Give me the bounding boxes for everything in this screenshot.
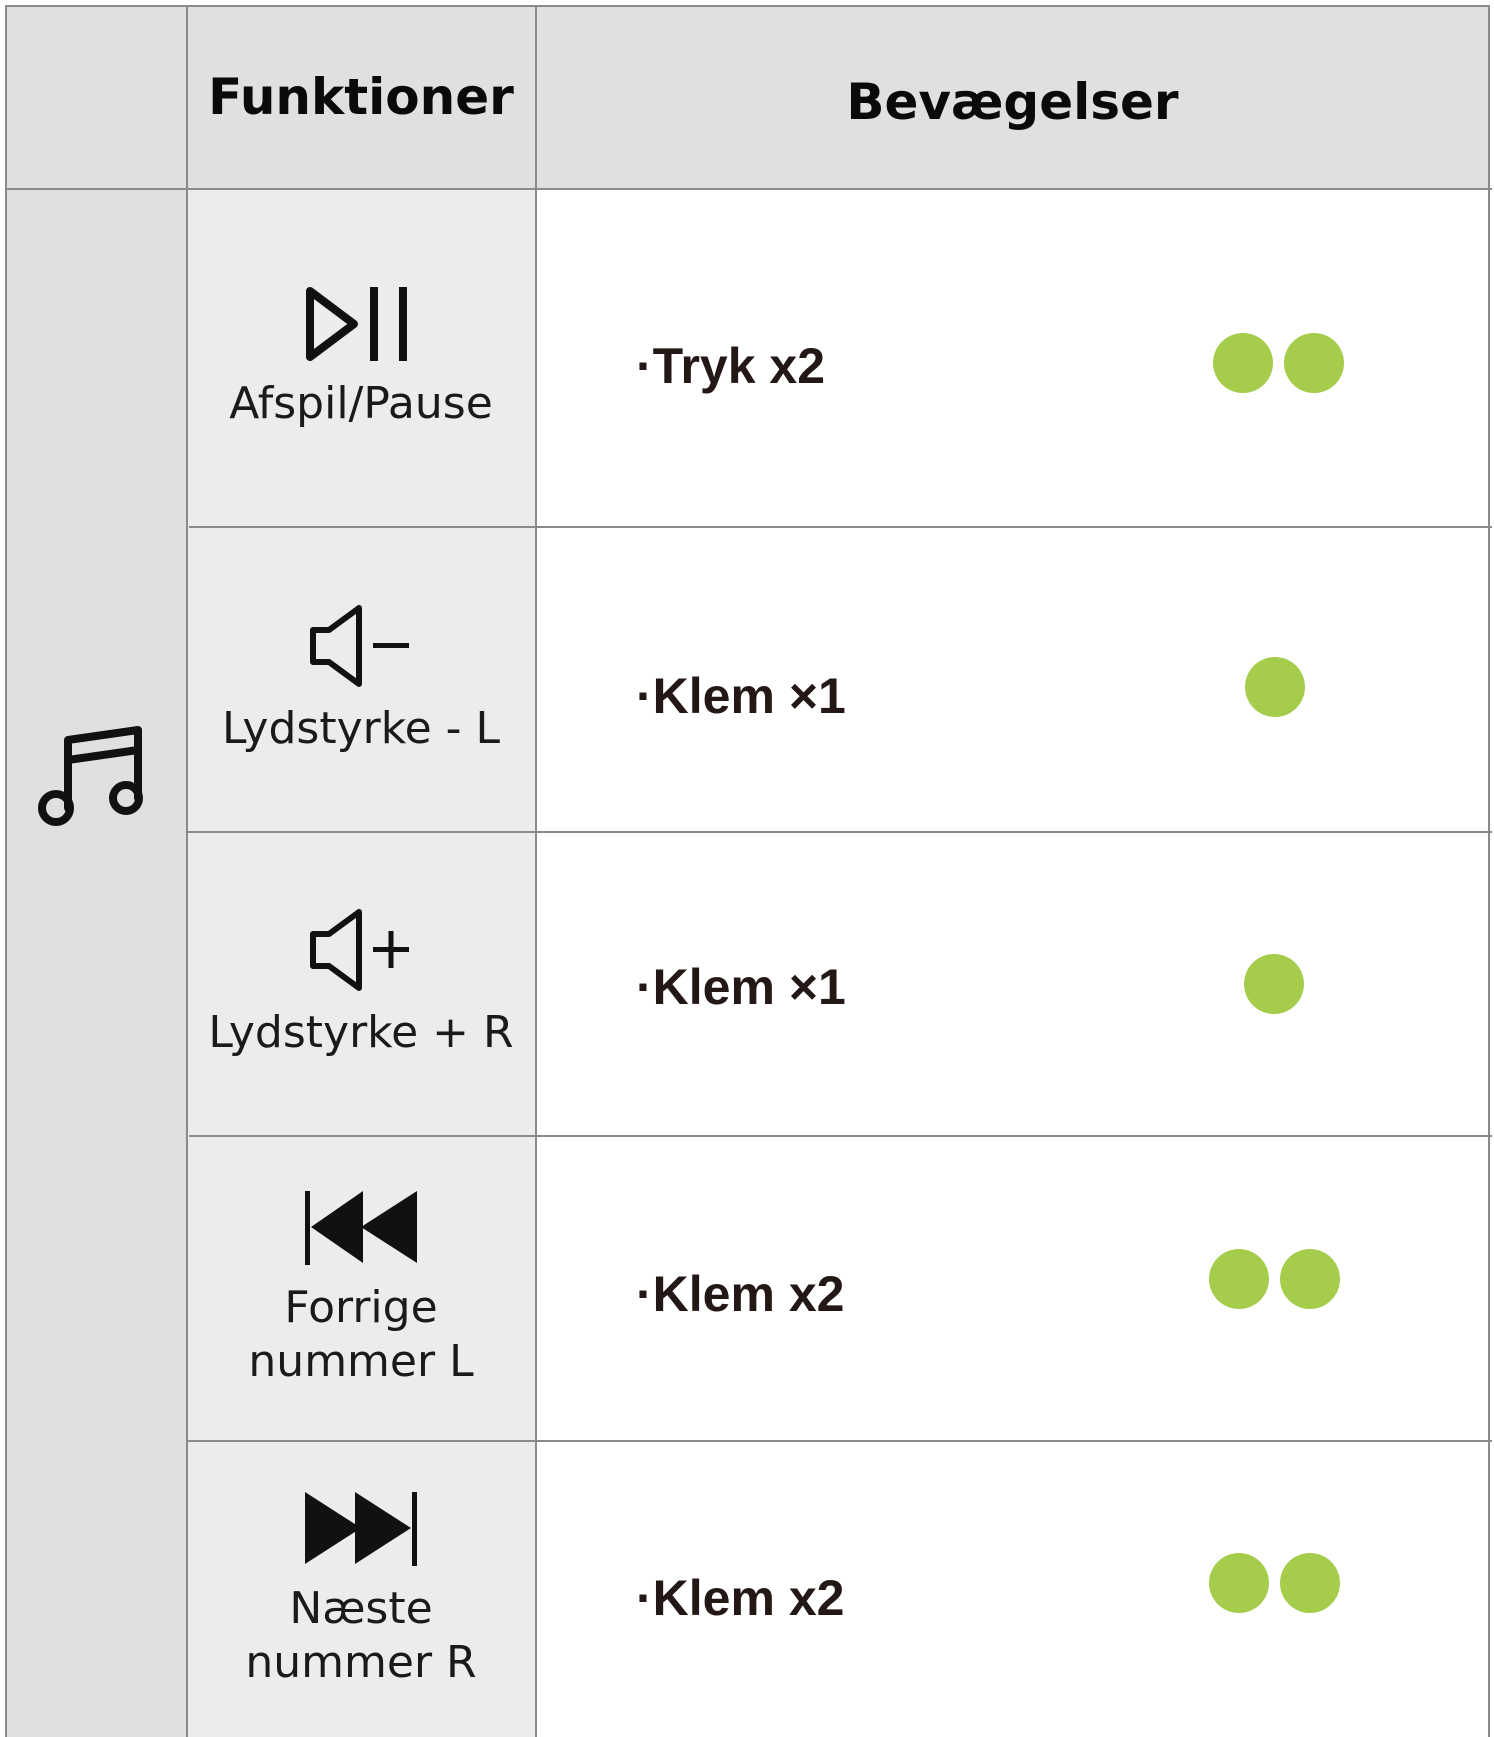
function-label: Forrige nummer L — [248, 1281, 473, 1389]
function-cell-volume-up: Lydstyrke + R — [187, 833, 535, 1135]
function-cell-next-track: Næste nummer R — [187, 1442, 535, 1737]
indicator-dot — [1280, 1553, 1340, 1613]
function-cell-previous-track: Forrige nummer L — [187, 1137, 535, 1440]
functions-header: Funktioner — [208, 68, 514, 126]
indicator-dot — [1284, 333, 1344, 393]
indicator-dot — [1280, 1249, 1340, 1309]
function-label: Lydstyrke - L — [221, 702, 501, 754]
indicator-dot — [1244, 954, 1304, 1014]
gestures-header: Bevægelser — [846, 73, 1179, 131]
gesture-text: ·Klem ×1 — [636, 668, 846, 724]
function-label: Næste nummer R — [245, 1582, 476, 1690]
category-column — [6, 189, 187, 1737]
gesture-text: ·Klem ×1 — [636, 959, 846, 1015]
function-label: Afspil/Pause — [229, 378, 493, 429]
gesture-text: ·Klem x2 — [636, 1570, 845, 1626]
play-pause-icon — [305, 287, 407, 361]
volume-up-icon — [310, 909, 409, 991]
indicator-dot — [1213, 333, 1273, 393]
indicator-dot — [1245, 657, 1305, 717]
indicator-dot — [1209, 1249, 1269, 1309]
table-border-left — [5, 5, 7, 1737]
table-border-top — [6, 5, 1490, 7]
next-track-icon — [305, 1491, 417, 1566]
volume-down-icon — [310, 604, 409, 687]
gesture-text: ·Klem x2 — [636, 1266, 845, 1322]
gesture-text: ·Tryk x2 — [636, 338, 826, 394]
function-label-line: Forrige nummer L — [248, 1281, 474, 1387]
function-label-line: Næste nummer R — [245, 1582, 477, 1688]
function-cell-volume-down: Lydstyrke - L — [187, 528, 535, 831]
function-cell-play-pause: Afspil/Pause — [187, 190, 535, 526]
music-note-icon — [38, 726, 143, 826]
previous-track-icon — [305, 1190, 417, 1265]
table-border-right — [1488, 5, 1490, 1737]
indicator-dot — [1209, 1553, 1269, 1613]
column-divider — [535, 5, 537, 1737]
function-label: Lydstyrke + R — [208, 1007, 514, 1058]
